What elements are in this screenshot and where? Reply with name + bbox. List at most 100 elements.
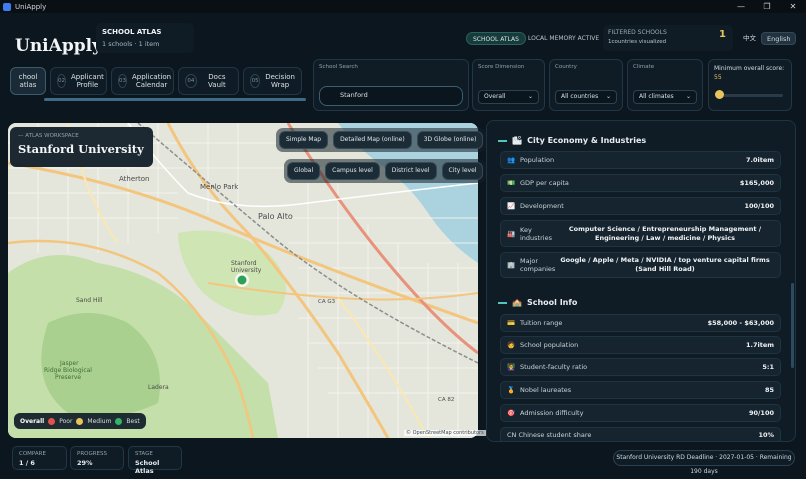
school-row-cn-share: CN Chinese student share 10%: [500, 427, 781, 441]
country-field: Country All countries ⌄: [549, 59, 623, 111]
teacher-icon: 👩‍🏫: [507, 363, 516, 371]
section-title: SCHOOL ATLAS: [102, 28, 162, 36]
country-select[interactable]: All countries ⌄: [555, 90, 617, 104]
step-number: 02: [57, 74, 66, 88]
row-label: GDP per capita: [520, 179, 569, 187]
step-school-atlas[interactable]: chool atlas: [10, 67, 46, 95]
place-jasper-line3: Preserve: [55, 374, 81, 381]
place-stanford: Stanford University: [231, 260, 262, 274]
deadline-badge: Stanford University RD Deadline · 2027-0…: [613, 450, 795, 475]
row-label: Nobel laureates: [520, 386, 572, 394]
zoom-campus-button[interactable]: Campus level: [325, 162, 380, 180]
zoom-city-button[interactable]: City level: [441, 162, 484, 180]
place-menlo-park: Menlo Park: [200, 183, 239, 191]
step-application-calendar[interactable]: 03 Application Calendar: [111, 67, 174, 95]
legend-poor-label: Poor: [59, 417, 73, 425]
legend-medium-label: Medium: [87, 417, 112, 425]
economy-section-header: 🏙 City Economy & Industries: [498, 136, 646, 145]
row-label: Major companies: [520, 257, 556, 273]
step-decision-wrap[interactable]: 05 Decision Wrap: [243, 67, 302, 95]
chart-up-icon: 📈: [507, 202, 516, 210]
maximize-button[interactable]: ❐: [754, 0, 780, 13]
row-label: Student-faculty ratio: [520, 363, 588, 371]
minimize-button[interactable]: —: [728, 0, 754, 13]
step-number: 03: [118, 74, 127, 88]
compare-value: 1 / 6: [19, 459, 35, 467]
map-zoom-level-buttons: Global Campus level District level City …: [284, 159, 487, 183]
lang-en-button[interactable]: English: [761, 32, 797, 45]
step-docs-vault[interactable]: 04 Docs Vault: [178, 67, 239, 95]
place-palo-alto: Palo Alto: [258, 212, 293, 221]
min-score-knob[interactable]: [714, 90, 724, 99]
economy-row-gdp: 💵 GDP per capita $165,000: [500, 174, 781, 192]
step-label: Application Calendar: [132, 73, 172, 89]
score-dimension-value: Overall: [484, 93, 506, 100]
filtered-schools-box: FILTERED SCHOOLS 1countries visualized 1: [603, 25, 733, 51]
school-search-input[interactable]: Stanford: [319, 86, 463, 106]
globe-3d-button[interactable]: 3D Globe (online): [416, 131, 484, 149]
zoom-global-button[interactable]: Global: [287, 162, 321, 180]
row-label: School population: [520, 341, 579, 349]
workflow-steps: chool atlas 02 Applicant Profile 03 Appl…: [10, 67, 302, 99]
legend-best-dot: [115, 417, 123, 425]
row-value: 5:1: [762, 363, 774, 371]
filtered-schools-sub: 1countries visualized: [608, 39, 667, 45]
chevron-down-icon: ⌄: [605, 93, 611, 100]
school-marker[interactable]: [237, 275, 247, 285]
economy-row-industries: 🏭 Key industries Computer Science / Entr…: [500, 220, 781, 247]
card-icon: 💳: [507, 319, 516, 327]
stage-label: STAGE: [135, 451, 153, 457]
compare-label: COMPARE: [19, 451, 46, 457]
detail-panel-scrollbar[interactable]: [791, 283, 794, 368]
app-icon: [3, 2, 11, 11]
school-info-section-header: 🏫 School Info: [498, 298, 577, 307]
money-icon: 💵: [507, 179, 516, 187]
row-value: 90/100: [749, 409, 774, 417]
footer-compare: COMPARE 1 / 6: [12, 446, 67, 470]
zoom-district-button[interactable]: District level: [384, 162, 437, 180]
min-score-track[interactable]: [715, 94, 783, 97]
map-attribution[interactable]: © OpenStreetMap contributors: [404, 430, 486, 436]
section-count: 1 schools · 1 item: [102, 40, 160, 48]
economy-title: City Economy & Industries: [527, 136, 647, 145]
school-row-tuition: 💳 Tuition range $58,000 - $63,000: [500, 314, 781, 332]
step-label: Decision Wrap: [265, 73, 295, 89]
section-summary: SCHOOL ATLAS 1 schools · 1 item: [96, 23, 194, 53]
step-label: Applicant Profile: [71, 73, 104, 89]
school-info-title: School Info: [526, 298, 578, 307]
place-ca-g3: CA G3: [318, 299, 336, 305]
close-button[interactable]: ✕: [780, 0, 806, 13]
place-atherton: Atherton: [119, 175, 150, 183]
place-jasper-line2: Ridge Biological: [44, 367, 92, 374]
people-icon: 👥: [507, 156, 516, 164]
map-title-card: — ATLAS WORKSPACE Stanford University: [10, 127, 153, 167]
economy-row-companies: 🏢 Major companies Google / Apple / Meta …: [500, 252, 781, 278]
score-dimension-select[interactable]: Overall ⌄: [478, 90, 539, 104]
legend-title: Overall: [20, 417, 45, 425]
footer-stage: STAGE School Atlas: [128, 446, 182, 475]
row-label: Tuition range: [520, 319, 563, 327]
chevron-down-icon: ⌄: [685, 93, 691, 100]
school-row-admission: 🎯 Admission difficulty 90/100: [500, 404, 781, 422]
row-label: Development: [520, 202, 564, 210]
school-search-label: School Search: [319, 64, 358, 70]
lang-zh-button[interactable]: 中文: [738, 32, 761, 45]
detailed-map-button[interactable]: Detailed Map (online): [333, 131, 412, 149]
row-value: 7.0item: [745, 156, 774, 164]
steps-scroll-indicator[interactable]: [44, 98, 306, 101]
step-applicant-profile[interactable]: 02 Applicant Profile: [50, 67, 107, 95]
country-label: Country: [555, 64, 577, 70]
school-row-nobel: 🏅 Nobel laureates 85: [500, 381, 781, 399]
simple-map-button[interactable]: Simple Map: [279, 131, 329, 149]
footer-progress: PROGRESS 29%: [70, 446, 124, 470]
climate-select[interactable]: All climates ⌄: [633, 90, 697, 104]
row-label: CN Chinese student share: [507, 430, 592, 439]
medal-icon: 🏅: [507, 386, 516, 394]
min-score-value: 55: [714, 74, 722, 81]
school-atlas-pill[interactable]: SCHOOL ATLAS: [466, 32, 526, 45]
step-label: Docs Vault: [208, 73, 226, 89]
place-jasper-line1: Jasper: [59, 360, 79, 367]
row-label: Key industries: [520, 225, 552, 242]
place-ca-82: CA 82: [438, 397, 454, 403]
progress-value: 29%: [77, 459, 93, 467]
